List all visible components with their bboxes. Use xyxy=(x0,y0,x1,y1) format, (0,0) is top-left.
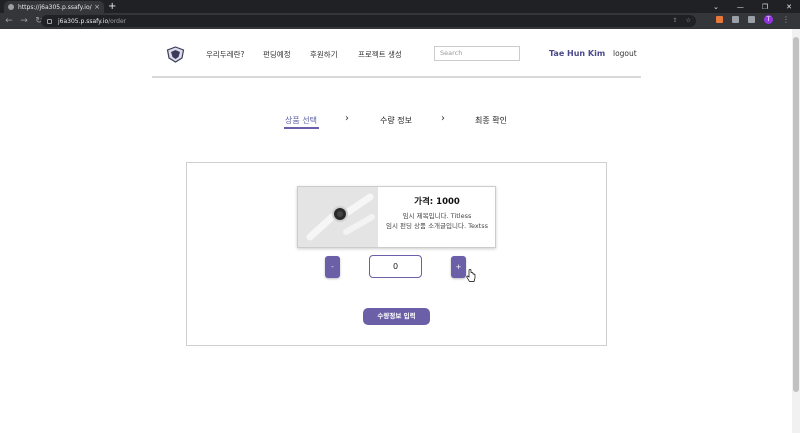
site-logo-icon[interactable] xyxy=(166,46,185,63)
url-path: /order xyxy=(108,17,127,25)
chevron-down-icon[interactable]: ⌄ xyxy=(713,3,719,11)
close-window-icon[interactable]: ✕ xyxy=(786,3,792,11)
quantity-input[interactable]: 0 xyxy=(369,255,422,278)
menu-dots-icon[interactable]: ⋮ xyxy=(782,15,790,24)
product-title: 임시 제목입니다. Titless xyxy=(402,212,472,220)
logout-link[interactable]: logout xyxy=(613,49,637,58)
increase-quantity-button[interactable]: + xyxy=(451,256,466,278)
step-quantity-info[interactable]: 수량 정보 xyxy=(380,115,412,126)
forward-icon[interactable]: → xyxy=(18,16,30,26)
page-content: 우리두레란? 펀딩예정 후원하기 프로젝트 생성 Search Tae Hun … xyxy=(0,29,792,433)
browser-toolbar: ← → ↻ j6a305.p.ssafy.io /order ⇪ ☆ T ⋮ xyxy=(0,13,800,29)
window-controls: ⌄ — ❐ ✕ xyxy=(713,0,792,13)
submit-quantity-button[interactable]: 수량정보 입력 xyxy=(363,308,430,325)
search-input[interactable]: Search xyxy=(434,46,520,61)
url-host: j6a305.p.ssafy.io xyxy=(58,17,109,25)
metamask-extension-icon[interactable] xyxy=(716,16,723,23)
sidebar-icon[interactable] xyxy=(748,16,755,23)
header-divider xyxy=(152,76,641,78)
product-price: 가격: 1000 xyxy=(414,197,460,207)
step-final-confirm[interactable]: 최종 확인 xyxy=(475,115,507,126)
extensions-puzzle-icon[interactable] xyxy=(732,16,739,23)
minimize-icon[interactable]: — xyxy=(737,3,744,11)
share-icon[interactable]: ⇪ xyxy=(673,17,678,24)
decrease-quantity-button[interactable]: - xyxy=(325,256,340,278)
globe-icon xyxy=(8,4,14,10)
page-scrollbar[interactable] xyxy=(792,29,800,433)
hand-cursor-icon xyxy=(466,269,476,282)
nav-about[interactable]: 우리두레란? xyxy=(206,49,244,60)
close-tab-icon[interactable]: × xyxy=(94,3,100,11)
nav-upcoming-funding[interactable]: 펀딩예정 xyxy=(263,49,291,60)
address-bar[interactable]: j6a305.p.ssafy.io /order ⇪ ☆ xyxy=(41,15,696,27)
profile-avatar[interactable]: T xyxy=(764,15,773,24)
nav-sponsor[interactable]: 후원하기 xyxy=(310,49,338,60)
active-step-underline xyxy=(284,127,319,129)
new-tab-button[interactable]: + xyxy=(108,0,116,13)
bookmark-star-icon[interactable]: ☆ xyxy=(686,17,691,24)
product-card[interactable]: 가격: 1000 임시 제목입니다. Titless 임시 펀딩 상품 소개글입… xyxy=(297,186,496,248)
chevron-right-icon: › xyxy=(345,113,349,124)
tab-title: https://j6a305.p.ssafy.io/order xyxy=(18,3,92,11)
back-icon[interactable]: ← xyxy=(3,16,15,26)
step-product-select[interactable]: 상품 선택 xyxy=(285,115,317,126)
browser-tab-bar: https://j6a305.p.ssafy.io/order × + ⌄ — … xyxy=(0,0,800,13)
product-description: 임시 펀딩 상품 소개글입니다. Textss xyxy=(385,222,488,230)
lock-icon xyxy=(47,18,52,24)
nav-create-project[interactable]: 프로젝트 생성 xyxy=(358,49,402,60)
maximize-icon[interactable]: ❐ xyxy=(762,3,768,11)
user-name[interactable]: Tae Hun Kim xyxy=(549,49,605,58)
chevron-right-icon: › xyxy=(441,113,445,124)
product-watch-image xyxy=(298,187,378,247)
browser-tab[interactable]: https://j6a305.p.ssafy.io/order × xyxy=(4,1,104,13)
scrollbar-thumb[interactable] xyxy=(793,37,799,392)
